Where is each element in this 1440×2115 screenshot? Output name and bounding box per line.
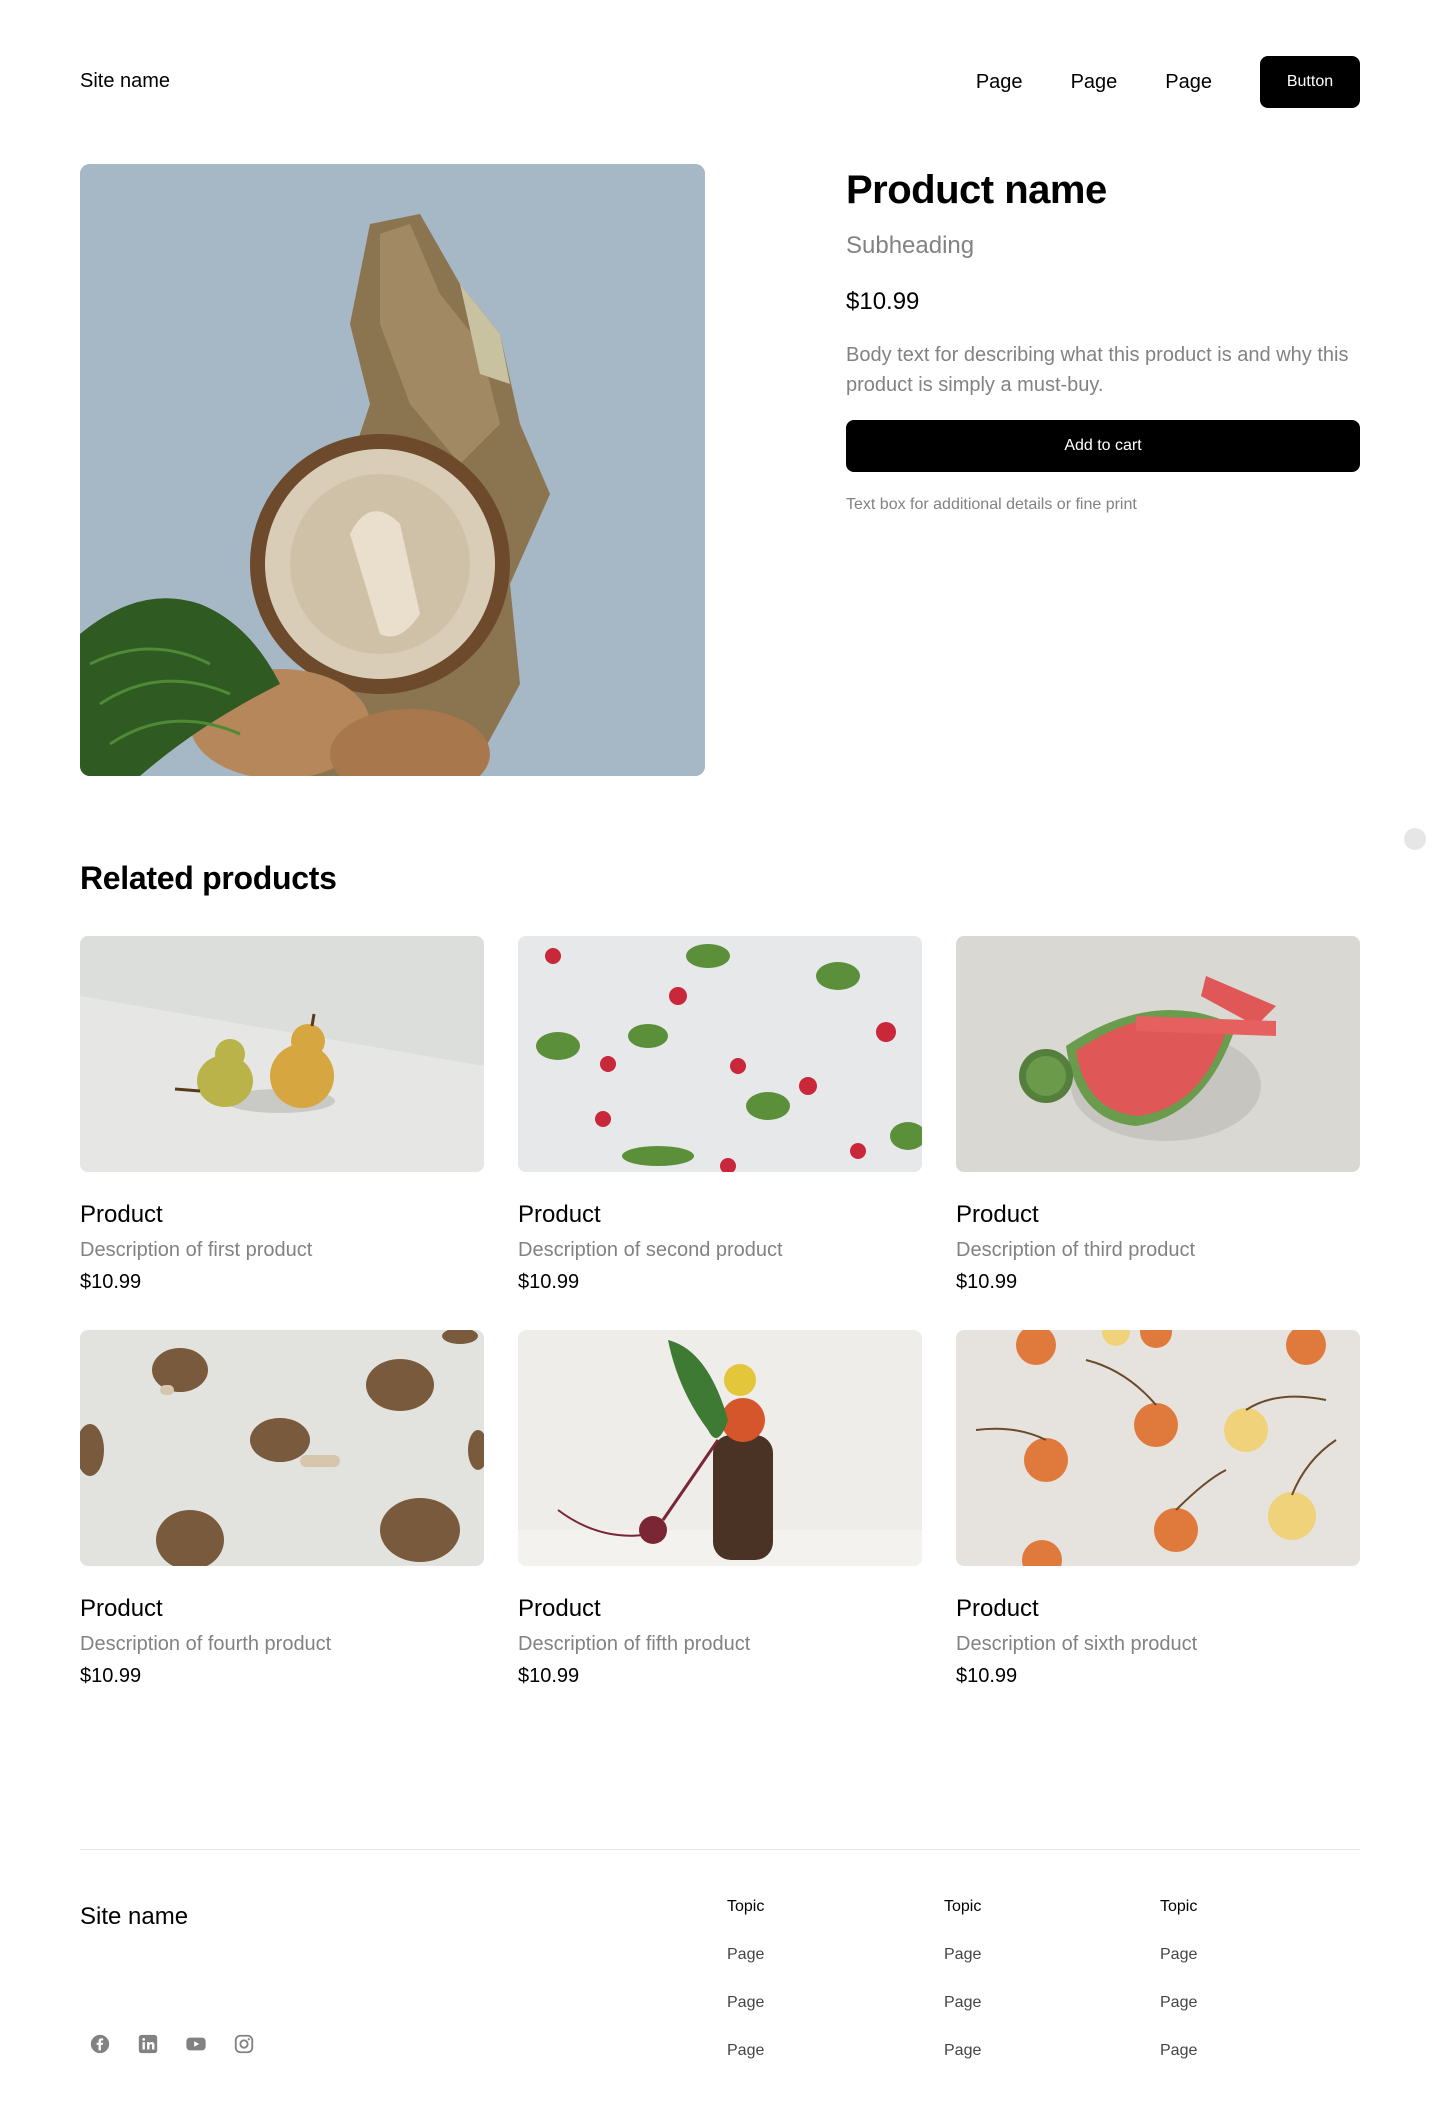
product-card-image[interactable] [80, 936, 484, 1172]
product-description: Body text for describing what this produ… [846, 344, 1349, 396]
product-card-price: $10.99 [80, 1665, 142, 1687]
product-card-image[interactable] [956, 1330, 1360, 1566]
product-card-image[interactable] [518, 1330, 922, 1566]
product-card-name: Product [518, 1201, 601, 1228]
product-card[interactable]: Product Description of sixth product $10… [956, 1330, 1360, 1690]
product-card-description: Description of sixth product [956, 1633, 1198, 1655]
product-card-name: Product [956, 1201, 1039, 1228]
instagram-icon[interactable] [232, 2032, 256, 2056]
footer-column-title: Topic [1160, 1898, 1198, 1915]
footer-site-name[interactable]: Site name [80, 1903, 188, 1931]
footer-column-1: Topic Page Page Page [727, 1898, 887, 2062]
nav-link-2[interactable]: Page [1071, 71, 1118, 94]
footer-link[interactable]: Page [1160, 1946, 1320, 1966]
product-card-description: Description of second product [518, 1239, 783, 1261]
footer-link[interactable]: Page [944, 2042, 1104, 2062]
social-links [88, 2032, 256, 2056]
product-card[interactable]: Product Description of first product $10… [80, 936, 484, 1296]
product-card[interactable]: Product Description of fourth product $1… [80, 1330, 484, 1690]
product-card[interactable]: Product Description of third product $10… [956, 936, 1360, 1296]
site-name[interactable]: Site name [80, 70, 170, 93]
product-card-name: Product [956, 1595, 1039, 1622]
footer-link[interactable]: Page [1160, 1994, 1320, 2014]
related-products-grid: Product Description of first product $10… [80, 936, 1360, 1690]
nav-link-3[interactable]: Page [1165, 71, 1212, 94]
product-info: Product name Subheading $10.99 Body text… [846, 164, 1360, 514]
product-card-name: Product [80, 1595, 163, 1622]
site-header: Site name Page Page Page Button [80, 56, 1360, 108]
product-card-image[interactable] [956, 936, 1360, 1172]
main-nav: Page Page Page Button [976, 56, 1360, 108]
product-card-price: $10.99 [956, 1665, 1018, 1687]
fine-print: Text box for additional details or fine … [846, 496, 1137, 513]
footer-link[interactable]: Page [727, 1994, 887, 2014]
product-card-price: $10.99 [956, 1271, 1018, 1293]
product-card-image[interactable] [518, 936, 922, 1172]
header-button[interactable]: Button [1260, 56, 1360, 108]
product-image [80, 164, 705, 776]
product-subheading: Subheading [846, 232, 975, 259]
product-card[interactable]: Product Description of fifth product $10… [518, 1330, 922, 1690]
product-card-description: Description of fourth product [80, 1633, 332, 1655]
footer-divider [80, 1849, 1360, 1850]
product-card-description: Description of third product [956, 1239, 1196, 1261]
youtube-icon[interactable] [184, 2032, 208, 2056]
product-card-price: $10.99 [80, 1271, 142, 1293]
footer-link[interactable]: Page [1160, 2042, 1320, 2062]
footer-link[interactable]: Page [944, 1994, 1104, 2014]
footer-link[interactable]: Page [727, 1946, 887, 1966]
footer-column-title: Topic [727, 1898, 765, 1915]
product-card-description: Description of fifth product [518, 1633, 751, 1655]
product-card-name: Product [80, 1201, 163, 1228]
product-card-description: Description of first product [80, 1239, 313, 1261]
facebook-icon[interactable] [88, 2032, 112, 2056]
product-card-image[interactable] [80, 1330, 484, 1566]
footer-column-title: Topic [944, 1898, 982, 1915]
product-price: $10.99 [846, 288, 920, 315]
add-to-cart-button[interactable]: Add to cart [846, 420, 1360, 472]
nav-link-1[interactable]: Page [976, 71, 1023, 94]
product-card-price: $10.99 [518, 1271, 580, 1293]
footer-link[interactable]: Page [944, 1946, 1104, 1966]
scroll-indicator[interactable] [1404, 828, 1426, 850]
footer-column-2: Topic Page Page Page [944, 1898, 1104, 2062]
footer-link[interactable]: Page [727, 2042, 887, 2062]
product-card[interactable]: Product Description of second product $1… [518, 936, 922, 1296]
footer-column-3: Topic Page Page Page [1160, 1898, 1320, 2062]
product-card-price: $10.99 [518, 1665, 580, 1687]
related-products-heading: Related products [80, 860, 337, 896]
product-title: Product name [846, 168, 1107, 212]
linkedin-icon[interactable] [136, 2032, 160, 2056]
product-card-name: Product [518, 1595, 601, 1622]
